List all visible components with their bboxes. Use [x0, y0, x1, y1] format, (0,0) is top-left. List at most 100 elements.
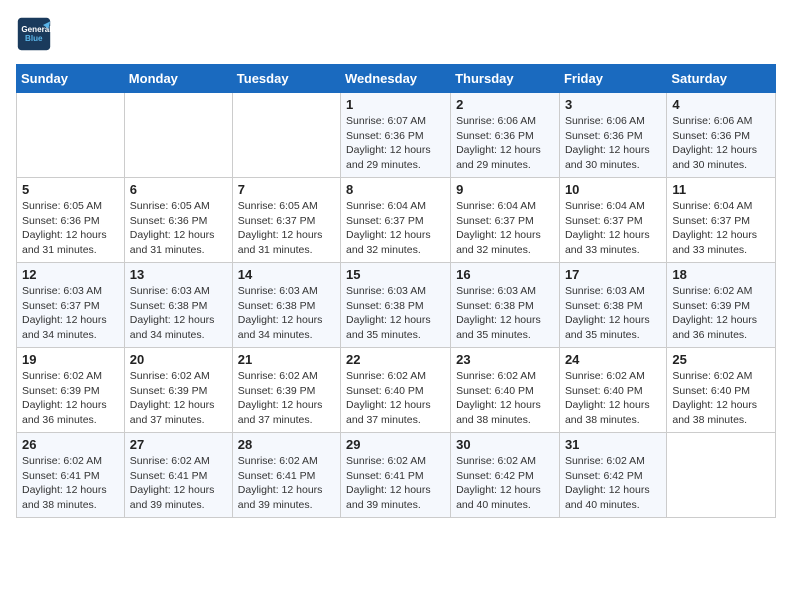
weekday-header: Friday	[559, 65, 666, 93]
calendar-week-row: 5 Sunrise: 6:05 AM Sunset: 6:36 PM Daylig…	[17, 178, 776, 263]
day-detail: Sunrise: 6:07 AM Sunset: 6:36 PM Dayligh…	[346, 114, 445, 173]
calendar-day-cell: 28 Sunrise: 6:02 AM Sunset: 6:41 PM Dayli…	[232, 433, 340, 518]
calendar-day-cell	[232, 93, 340, 178]
day-detail: Sunrise: 6:03 AM Sunset: 6:38 PM Dayligh…	[130, 284, 227, 343]
calendar-day-cell: 7 Sunrise: 6:05 AM Sunset: 6:37 PM Daylig…	[232, 178, 340, 263]
calendar-week-row: 1Sunrise: 6:07 AM Sunset: 6:36 PM Daylig…	[17, 93, 776, 178]
day-number: 7	[238, 182, 335, 197]
calendar-week-row: 12Sunrise: 6:03 AM Sunset: 6:37 PM Dayli…	[17, 263, 776, 348]
day-number: 26	[22, 437, 119, 452]
day-detail: Sunrise: 6:02 AM Sunset: 6:42 PM Dayligh…	[565, 454, 661, 513]
calendar-day-cell	[17, 93, 125, 178]
day-number: 28	[238, 437, 335, 452]
day-detail: Sunrise: 6:02 AM Sunset: 6:41 PM Dayligh…	[22, 454, 119, 513]
day-detail: Sunrise: 6:02 AM Sunset: 6:41 PM Dayligh…	[238, 454, 335, 513]
day-number: 5	[22, 182, 119, 197]
day-detail: Sunrise: 6:03 AM Sunset: 6:38 PM Dayligh…	[565, 284, 661, 343]
calendar-day-cell: 10 Sunrise: 6:04 AM Sunset: 6:37 PM Dayli…	[559, 178, 666, 263]
day-number: 21	[238, 352, 335, 367]
day-number: 19	[22, 352, 119, 367]
day-detail: Sunrise: 6:06 AM Sunset: 6:36 PM Dayligh…	[456, 114, 554, 173]
day-number: 25	[672, 352, 770, 367]
day-number: 29	[346, 437, 445, 452]
day-number: 23	[456, 352, 554, 367]
day-detail: Sunrise: 6:05 AM Sunset: 6:36 PM Dayligh…	[22, 199, 119, 258]
calendar-day-cell: 12Sunrise: 6:03 AM Sunset: 6:37 PM Dayli…	[17, 263, 125, 348]
day-detail: Sunrise: 6:04 AM Sunset: 6:37 PM Dayligh…	[346, 199, 445, 258]
day-detail: Sunrise: 6:02 AM Sunset: 6:40 PM Dayligh…	[346, 369, 445, 428]
calendar-day-cell	[667, 433, 776, 518]
day-number: 6	[130, 182, 227, 197]
calendar-day-cell: 30Sunrise: 6:02 AM Sunset: 6:42 PM Dayli…	[451, 433, 560, 518]
day-detail: Sunrise: 6:02 AM Sunset: 6:41 PM Dayligh…	[130, 454, 227, 513]
day-number: 22	[346, 352, 445, 367]
day-detail: Sunrise: 6:06 AM Sunset: 6:36 PM Dayligh…	[565, 114, 661, 173]
day-number: 27	[130, 437, 227, 452]
weekday-header: Monday	[124, 65, 232, 93]
day-detail: Sunrise: 6:02 AM Sunset: 6:39 PM Dayligh…	[238, 369, 335, 428]
day-detail: Sunrise: 6:02 AM Sunset: 6:39 PM Dayligh…	[130, 369, 227, 428]
day-number: 15	[346, 267, 445, 282]
weekday-header: Saturday	[667, 65, 776, 93]
day-detail: Sunrise: 6:03 AM Sunset: 6:37 PM Dayligh…	[22, 284, 119, 343]
day-detail: Sunrise: 6:05 AM Sunset: 6:37 PM Dayligh…	[238, 199, 335, 258]
weekday-header: Sunday	[17, 65, 125, 93]
calendar-day-cell: 31 Sunrise: 6:02 AM Sunset: 6:42 PM Dayli…	[559, 433, 666, 518]
calendar-day-cell: 3 Sunrise: 6:06 AM Sunset: 6:36 PM Daylig…	[559, 93, 666, 178]
calendar-day-cell: 14 Sunrise: 6:03 AM Sunset: 6:38 PM Dayli…	[232, 263, 340, 348]
weekday-header-row: SundayMondayTuesdayWednesdayThursdayFrid…	[17, 65, 776, 93]
day-detail: Sunrise: 6:02 AM Sunset: 6:39 PM Dayligh…	[672, 284, 770, 343]
day-detail: Sunrise: 6:02 AM Sunset: 6:40 PM Dayligh…	[565, 369, 661, 428]
calendar-day-cell: 11Sunrise: 6:04 AM Sunset: 6:37 PM Dayli…	[667, 178, 776, 263]
weekday-header: Thursday	[451, 65, 560, 93]
weekday-header: Tuesday	[232, 65, 340, 93]
page-header: General Blue	[16, 16, 776, 52]
calendar-day-cell: 2 Sunrise: 6:06 AM Sunset: 6:36 PM Daylig…	[451, 93, 560, 178]
day-number: 24	[565, 352, 661, 367]
day-number: 8	[346, 182, 445, 197]
day-number: 31	[565, 437, 661, 452]
day-detail: Sunrise: 6:06 AM Sunset: 6:36 PM Dayligh…	[672, 114, 770, 173]
day-number: 9	[456, 182, 554, 197]
day-number: 16	[456, 267, 554, 282]
day-detail: Sunrise: 6:03 AM Sunset: 6:38 PM Dayligh…	[456, 284, 554, 343]
day-detail: Sunrise: 6:04 AM Sunset: 6:37 PM Dayligh…	[565, 199, 661, 258]
day-number: 2	[456, 97, 554, 112]
day-detail: Sunrise: 6:02 AM Sunset: 6:42 PM Dayligh…	[456, 454, 554, 513]
calendar-week-row: 19 Sunrise: 6:02 AM Sunset: 6:39 PM Dayli…	[17, 348, 776, 433]
calendar-day-cell: 24 Sunrise: 6:02 AM Sunset: 6:40 PM Dayli…	[559, 348, 666, 433]
calendar-week-row: 26 Sunrise: 6:02 AM Sunset: 6:41 PM Dayli…	[17, 433, 776, 518]
calendar-day-cell: 23 Sunrise: 6:02 AM Sunset: 6:40 PM Dayli…	[451, 348, 560, 433]
calendar-day-cell: 22 Sunrise: 6:02 AM Sunset: 6:40 PM Dayli…	[341, 348, 451, 433]
calendar-day-cell: 5 Sunrise: 6:05 AM Sunset: 6:36 PM Daylig…	[17, 178, 125, 263]
calendar-day-cell: 1Sunrise: 6:07 AM Sunset: 6:36 PM Daylig…	[341, 93, 451, 178]
calendar-day-cell: 21 Sunrise: 6:02 AM Sunset: 6:39 PM Dayli…	[232, 348, 340, 433]
logo: General Blue	[16, 16, 56, 52]
calendar-day-cell: 15 Sunrise: 6:03 AM Sunset: 6:38 PM Dayli…	[341, 263, 451, 348]
day-number: 20	[130, 352, 227, 367]
day-number: 13	[130, 267, 227, 282]
day-detail: Sunrise: 6:02 AM Sunset: 6:39 PM Dayligh…	[22, 369, 119, 428]
day-detail: Sunrise: 6:02 AM Sunset: 6:40 PM Dayligh…	[456, 369, 554, 428]
weekday-header: Wednesday	[341, 65, 451, 93]
calendar-day-cell: 26 Sunrise: 6:02 AM Sunset: 6:41 PM Dayli…	[17, 433, 125, 518]
calendar-day-cell: 29 Sunrise: 6:02 AM Sunset: 6:41 PM Dayli…	[341, 433, 451, 518]
calendar-day-cell: 8 Sunrise: 6:04 AM Sunset: 6:37 PM Daylig…	[341, 178, 451, 263]
calendar-day-cell: 16 Sunrise: 6:03 AM Sunset: 6:38 PM Dayli…	[451, 263, 560, 348]
calendar-day-cell: 6 Sunrise: 6:05 AM Sunset: 6:36 PM Daylig…	[124, 178, 232, 263]
calendar-table: SundayMondayTuesdayWednesdayThursdayFrid…	[16, 64, 776, 518]
day-number: 10	[565, 182, 661, 197]
calendar-day-cell: 19 Sunrise: 6:02 AM Sunset: 6:39 PM Dayli…	[17, 348, 125, 433]
day-number: 14	[238, 267, 335, 282]
day-number: 3	[565, 97, 661, 112]
calendar-day-cell: 4 Sunrise: 6:06 AM Sunset: 6:36 PM Daylig…	[667, 93, 776, 178]
day-detail: Sunrise: 6:04 AM Sunset: 6:37 PM Dayligh…	[672, 199, 770, 258]
calendar-day-cell: 9Sunrise: 6:04 AM Sunset: 6:37 PM Daylig…	[451, 178, 560, 263]
calendar-day-cell	[124, 93, 232, 178]
day-detail: Sunrise: 6:03 AM Sunset: 6:38 PM Dayligh…	[238, 284, 335, 343]
day-detail: Sunrise: 6:02 AM Sunset: 6:41 PM Dayligh…	[346, 454, 445, 513]
calendar-day-cell: 17Sunrise: 6:03 AM Sunset: 6:38 PM Dayli…	[559, 263, 666, 348]
day-detail: Sunrise: 6:03 AM Sunset: 6:38 PM Dayligh…	[346, 284, 445, 343]
day-detail: Sunrise: 6:05 AM Sunset: 6:36 PM Dayligh…	[130, 199, 227, 258]
day-number: 4	[672, 97, 770, 112]
